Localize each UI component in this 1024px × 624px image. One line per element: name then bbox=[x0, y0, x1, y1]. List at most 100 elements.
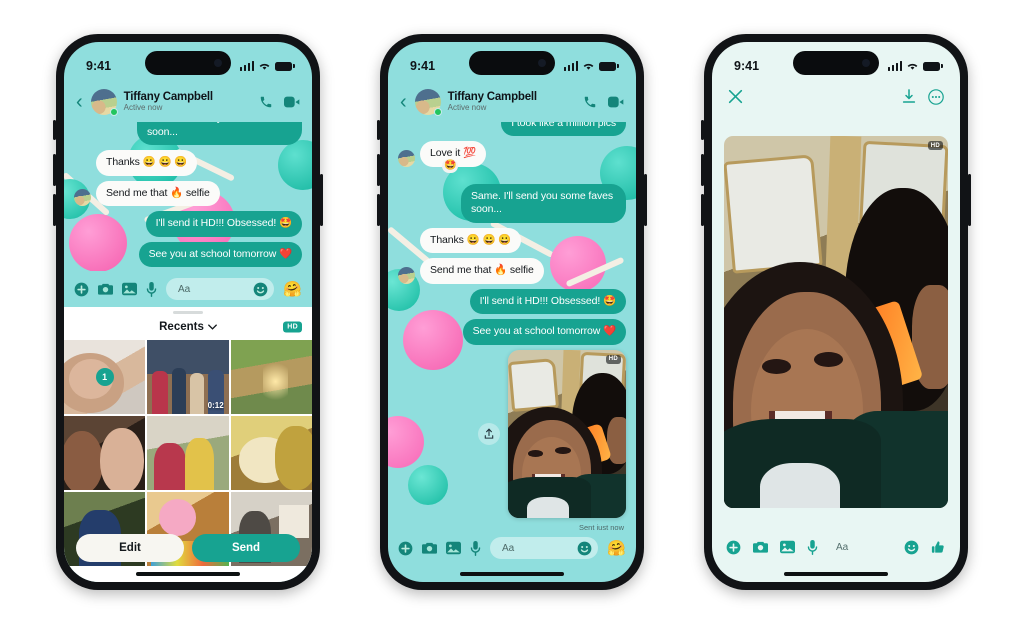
download-icon[interactable] bbox=[902, 89, 916, 109]
message-row[interactable]: Love it 💯 🤩 bbox=[398, 141, 626, 174]
microphone-icon[interactable] bbox=[807, 539, 818, 555]
power-button[interactable] bbox=[644, 174, 647, 226]
power-button[interactable] bbox=[968, 174, 971, 226]
phone-call-icon[interactable] bbox=[259, 95, 273, 109]
contact-avatar[interactable] bbox=[414, 89, 442, 116]
message-row[interactable]: Same. I'll send you some faves soon... bbox=[398, 183, 626, 223]
chat-message-list[interactable]: I took like a million pics Love it 💯 🤩 S… bbox=[388, 122, 636, 530]
microphone-icon[interactable] bbox=[470, 540, 481, 556]
volume-up-button[interactable] bbox=[701, 154, 704, 186]
volume-down-button[interactable] bbox=[377, 194, 380, 226]
edit-button[interactable]: Edit bbox=[76, 534, 184, 562]
sticker-smiley-icon[interactable] bbox=[253, 282, 268, 297]
message-bubble-incoming[interactable]: Thanks 😀 😀 😀 bbox=[96, 150, 198, 176]
sender-avatar bbox=[74, 189, 91, 207]
add-attachment-icon[interactable] bbox=[74, 282, 89, 297]
add-attachment-icon[interactable] bbox=[726, 540, 741, 555]
media-grid-item[interactable] bbox=[230, 416, 312, 490]
sticker-smiley-icon[interactable] bbox=[904, 540, 919, 555]
volume-up-button[interactable] bbox=[377, 154, 380, 186]
sent-photo-attachment[interactable]: HD bbox=[508, 349, 626, 518]
message-row[interactable]: Send me that 🔥 selfie bbox=[398, 258, 626, 284]
message-row[interactable]: I took like a million pics bbox=[398, 122, 626, 137]
photo-gallery-icon[interactable] bbox=[122, 282, 137, 296]
volume-down-button[interactable] bbox=[701, 194, 704, 226]
thumbs-up-icon[interactable] bbox=[931, 540, 946, 555]
camera-icon[interactable] bbox=[422, 541, 437, 555]
volume-up-button[interactable] bbox=[53, 154, 56, 186]
power-button[interactable] bbox=[320, 174, 323, 226]
message-row[interactable]: See you at school tomorrow ❤️ bbox=[398, 319, 626, 345]
status-time: 9:41 bbox=[410, 59, 436, 73]
photo-viewer-body[interactable]: HD bbox=[712, 116, 960, 528]
message-row[interactable]: See you at school tomorrow ❤️ bbox=[74, 241, 302, 267]
contact-name: Tiffany Campbell bbox=[123, 91, 213, 104]
message-text-input[interactable]: Aa bbox=[166, 278, 275, 300]
silent-switch[interactable] bbox=[701, 120, 704, 140]
silent-switch[interactable] bbox=[377, 120, 380, 140]
back-chevron-icon[interactable]: ‹ bbox=[400, 92, 407, 112]
message-input-bar: Aa 🤗 bbox=[64, 271, 312, 307]
message-bubble-outgoing[interactable]: See you at school tomorrow ❤️ bbox=[462, 319, 626, 345]
message-bubble-outgoing[interactable]: See you at school tomorrow ❤️ bbox=[138, 241, 302, 267]
tray-drag-handle[interactable] bbox=[64, 307, 312, 314]
more-options-icon[interactable] bbox=[928, 88, 944, 110]
quick-emoji-button[interactable]: 🤗 bbox=[607, 541, 626, 556]
photo-gallery-icon[interactable] bbox=[780, 540, 795, 554]
message-bubble-outgoing[interactable]: Same. I'll send you some faves soon... bbox=[461, 183, 626, 223]
share-upload-icon[interactable] bbox=[478, 422, 500, 445]
home-indicator[interactable] bbox=[136, 572, 240, 576]
add-attachment-icon[interactable] bbox=[398, 541, 413, 556]
cellular-signal-icon bbox=[563, 61, 578, 71]
video-call-icon[interactable] bbox=[284, 96, 300, 108]
message-bubble-incoming[interactable]: Thanks 😀 😀 😀 bbox=[420, 227, 522, 254]
message-text-input[interactable]: Aa bbox=[490, 537, 599, 559]
video-call-icon[interactable] bbox=[608, 96, 624, 108]
sent-photo-message-row[interactable]: HD bbox=[398, 349, 626, 518]
message-bubble-outgoing[interactable]: I took like a million pics bbox=[501, 122, 626, 137]
message-row[interactable]: Send me that 🔥 selfie bbox=[74, 180, 302, 207]
phone-call-icon[interactable] bbox=[583, 95, 597, 109]
photo-gallery-icon[interactable] bbox=[446, 541, 461, 555]
message-bubble-incoming[interactable]: Send me that 🔥 selfie bbox=[96, 180, 220, 207]
contact-info[interactable]: Tiffany Campbell Active now bbox=[448, 91, 576, 112]
message-row[interactable]: Thanks 😀 😀 😀 bbox=[398, 227, 626, 254]
fullscreen-photo[interactable]: HD bbox=[724, 136, 948, 508]
tray-album-selector[interactable]: Recents bbox=[159, 321, 217, 333]
microphone-icon[interactable] bbox=[146, 281, 157, 297]
volume-down-button[interactable] bbox=[53, 194, 56, 226]
back-chevron-icon[interactable]: ‹ bbox=[76, 92, 83, 112]
media-grid-item[interactable]: 0:12 bbox=[147, 340, 229, 414]
photo-viewer-header bbox=[712, 82, 960, 116]
media-grid-item[interactable]: 1 bbox=[64, 340, 146, 414]
phone-2-chat-sent: 9:41 ‹ Tiffany Campbell Active now I too… bbox=[377, 34, 647, 590]
camera-icon[interactable] bbox=[98, 282, 113, 296]
close-x-icon[interactable] bbox=[728, 89, 743, 109]
message-row[interactable]: I'll send it HD!!! Obsessed! 🤩 bbox=[74, 211, 302, 237]
message-bubble-outgoing[interactable]: I'll send it HD!!! Obsessed! 🤩 bbox=[145, 211, 302, 237]
message-bubble-outgoing[interactable]: I'll send it HD!!! Obsessed! 🤩 bbox=[469, 288, 626, 315]
home-indicator-area bbox=[712, 566, 960, 582]
home-indicator[interactable] bbox=[784, 572, 888, 576]
message-bubble-incoming[interactable]: Send me that 🔥 selfie bbox=[420, 258, 544, 284]
message-bubble-outgoing[interactable]: Same. I'll send you some faves soon... bbox=[137, 122, 302, 146]
message-row[interactable]: I'll send it HD!!! Obsessed! 🤩 bbox=[398, 288, 626, 315]
message-row[interactable]: Same. I'll send you some faves soon... bbox=[74, 122, 302, 146]
media-grid-item[interactable] bbox=[64, 416, 146, 490]
media-grid-item[interactable] bbox=[147, 416, 229, 490]
chat-message-list[interactable]: Same. I'll send you some faves soon... T… bbox=[64, 122, 312, 271]
home-indicator[interactable] bbox=[460, 572, 564, 576]
contact-info[interactable]: Tiffany Campbell Active now bbox=[124, 91, 252, 112]
selection-count-badge[interactable]: 1 bbox=[95, 368, 114, 386]
hd-toggle-badge[interactable]: HD bbox=[283, 321, 302, 333]
message-input-placeholder[interactable]: Aa bbox=[830, 542, 892, 553]
sticker-smiley-icon[interactable] bbox=[577, 541, 592, 556]
media-grid-item[interactable] bbox=[230, 340, 312, 414]
quick-emoji-button[interactable]: 🤗 bbox=[283, 282, 302, 297]
silent-switch[interactable] bbox=[53, 120, 56, 140]
send-button[interactable]: Send bbox=[192, 534, 300, 562]
contact-avatar[interactable] bbox=[90, 89, 118, 116]
message-row[interactable]: Thanks 😀 😀 😀 bbox=[74, 150, 302, 176]
phone-3-screen: 9:41 HD Aa bbox=[712, 42, 960, 582]
camera-icon[interactable] bbox=[753, 540, 768, 554]
